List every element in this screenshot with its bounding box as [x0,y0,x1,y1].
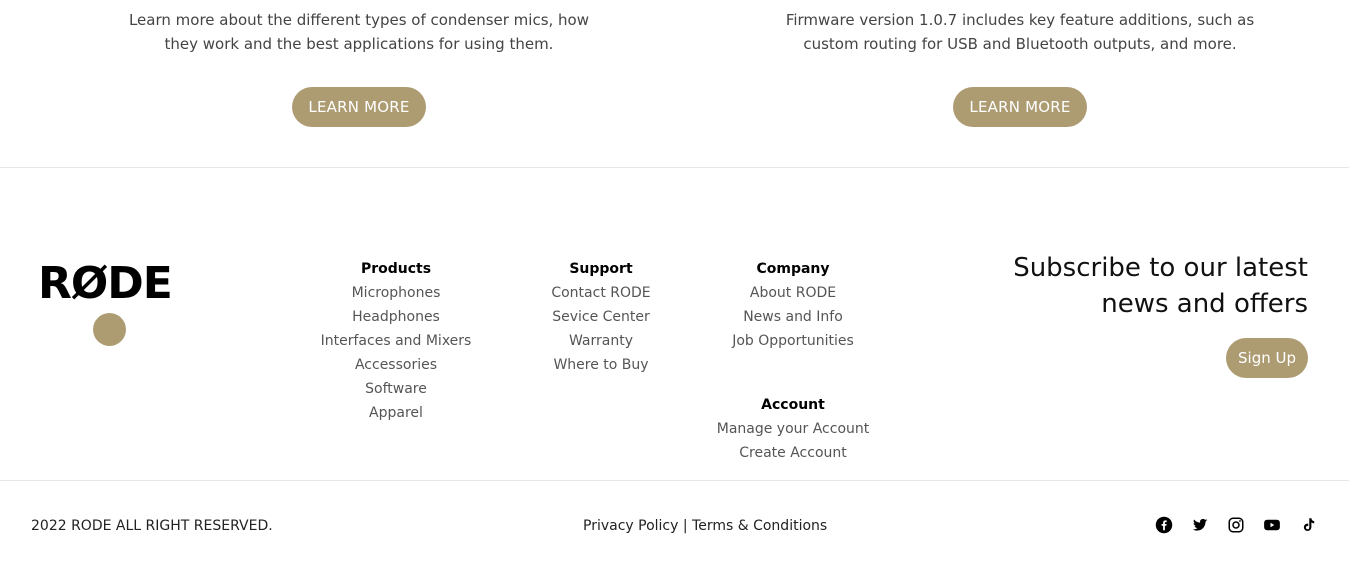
subscribe-title-line1: Subscribe to our latest [1013,253,1308,283]
promo-firmware: Firmware version 1.0.7 includes key feat… [772,8,1268,127]
footer-link-service-center[interactable]: Sevice Center [521,305,681,329]
footer: RØDE Products Microphones Headphones Int… [0,168,1349,481]
learn-more-button[interactable]: LEARN MORE [292,87,426,127]
promo-condenser-mics: Learn more about the different types of … [110,8,608,127]
footer-link-manage-account[interactable]: Manage your Account [703,417,883,441]
footer-link-headphones[interactable]: Headphones [296,305,496,329]
footer-support-column: Support Contact RODE Sevice Center Warra… [521,257,681,377]
footer-link-software[interactable]: Software [296,377,496,401]
footer-link-microphones[interactable]: Microphones [296,281,496,305]
products-heading: Products [360,261,432,277]
instagram-icon[interactable] [1227,516,1245,534]
footer-link-warranty[interactable]: Warranty [521,329,681,353]
legal-separator: | [682,518,688,534]
subscribe-title-line2: news and offers [1101,289,1308,319]
footer-link-contact[interactable]: Contact RODE [521,281,681,305]
footer-link-jobs[interactable]: Job Opportunities [703,329,883,353]
bottom-bar: 2022 RODE ALL RIGHT RESERVED. Privacy Po… [0,481,1349,569]
footer-link-news[interactable]: News and Info [703,305,883,329]
privacy-policy-link[interactable]: Privacy Policy [583,518,678,534]
copyright-text: 2022 RODE ALL RIGHT RESERVED. [31,518,273,534]
sign-up-button[interactable]: Sign Up [1226,338,1308,378]
twitter-icon[interactable] [1191,516,1209,534]
promo-section: Learn more about the different types of … [0,0,1349,168]
support-heading: Support [569,261,633,277]
footer-link-apparel[interactable]: Apparel [296,401,496,425]
footer-link-about[interactable]: About RODE [703,281,883,305]
footer-link-create-account[interactable]: Create Account [703,441,883,465]
facebook-icon[interactable] [1155,516,1173,534]
logo-wordmark: RØDE [38,258,173,309]
footer-link-where-to-buy[interactable]: Where to Buy [521,353,681,377]
youtube-icon[interactable] [1263,516,1281,534]
footer-link-interfaces-mixers[interactable]: Interfaces and Mixers [296,329,496,353]
subscribe-block: Subscribe to our latest news and offers … [1013,250,1308,378]
terms-conditions-link[interactable]: Terms & Conditions [692,518,827,534]
footer-link-accessories[interactable]: Accessories [296,353,496,377]
footer-products-column: Products Microphones Headphones Interfac… [296,257,496,425]
footer-company-column: Company About RODE News and Info Job Opp… [703,257,883,353]
social-links [1155,516,1317,534]
learn-more-button[interactable]: LEARN MORE [953,87,1087,127]
legal-links: Privacy Policy | Terms & Conditions [583,516,827,536]
promo-description: Learn more about the different types of … [128,11,590,53]
footer-account-column: Account Manage your Account Create Accou… [703,393,883,465]
rode-logo[interactable]: RØDE [38,260,188,350]
logo-dot [93,313,126,346]
company-heading: Company [756,261,830,277]
account-heading: Account [761,397,825,413]
tiktok-icon[interactable] [1299,516,1317,534]
promo-description: Firmware version 1.0.7 includes key feat… [785,11,1255,53]
